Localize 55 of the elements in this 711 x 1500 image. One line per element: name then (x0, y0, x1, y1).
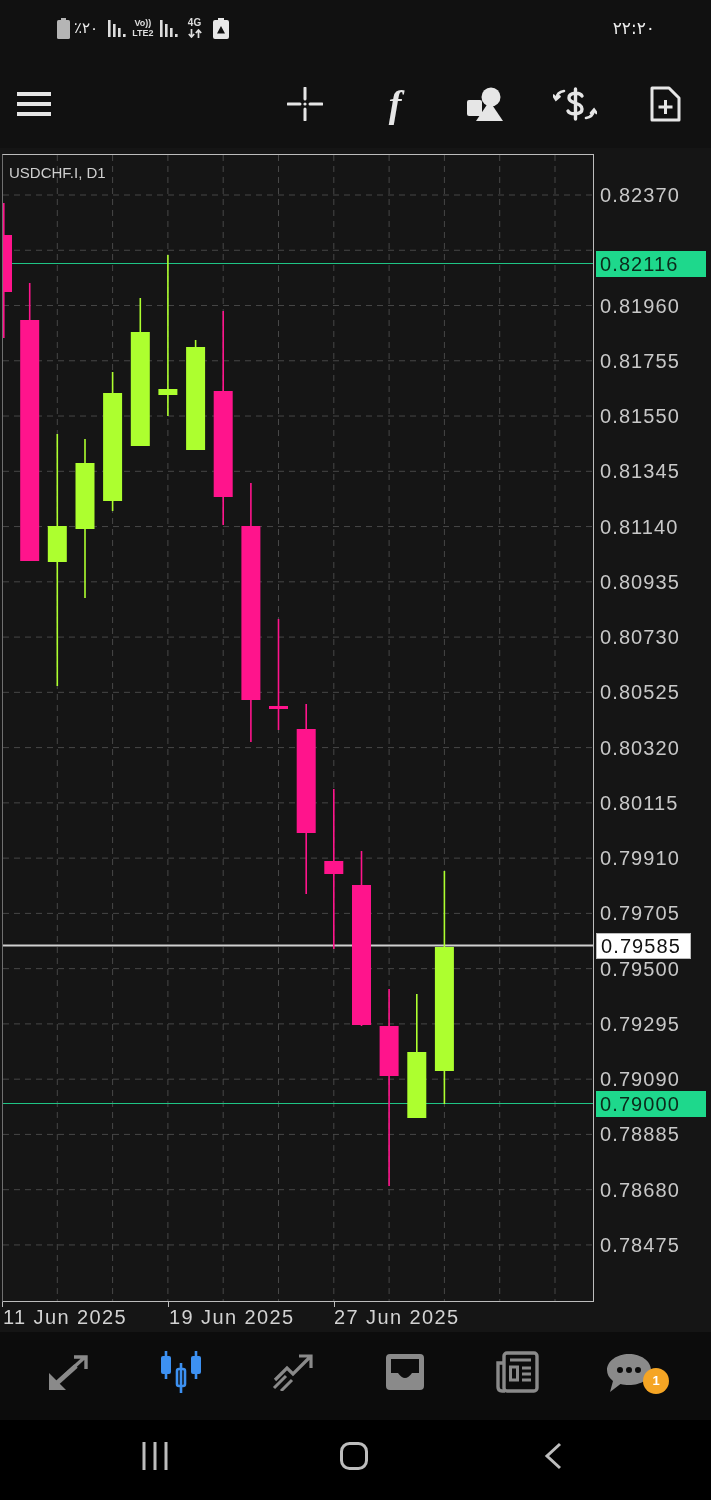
chevron-left-icon (543, 1442, 562, 1470)
clock-time: ۲۲:۲۰ (612, 18, 655, 38)
price-axis-label: 0.79090 (600, 1067, 680, 1092)
battery-percent: ٪۲۰ (74, 18, 99, 38)
price-axis-label: 0.79295 (600, 1011, 680, 1036)
signal-icon (159, 19, 178, 37)
price-axis-label: 0.79910 (600, 846, 680, 871)
price-axis-label: 0.82370 (600, 183, 680, 207)
diagonal-arrows-icon (47, 1353, 91, 1391)
price-axis-label: 0.81550 (600, 404, 680, 429)
price-axis-label: 0.79705 (600, 901, 680, 926)
candlestick-icon (158, 1351, 204, 1393)
date-axis-label: 27 Jun 2025 (334, 1305, 460, 1329)
price-axis-label: 0.78885 (600, 1122, 680, 1147)
price-axis-label: 0.81755 (600, 348, 680, 373)
price-tag: 0.79585 (596, 932, 691, 959)
chart-symbol: USDCHF.I, D1 (9, 164, 106, 182)
file-plus-icon (649, 86, 681, 122)
shapes-icon (467, 87, 503, 121)
price-axis-label: 0.80935 (600, 569, 680, 594)
network-label: LTE2 (132, 28, 154, 38)
notification-badge: 1 (643, 1368, 669, 1394)
crosshair-icon (287, 87, 323, 121)
price-axis-label: 0.81140 (600, 514, 679, 539)
trend-arrow-icon (272, 1353, 314, 1391)
battery-icon (57, 17, 70, 39)
dollar-arrows-icon (553, 86, 597, 122)
price-axis-label: 0.78475 (600, 1232, 680, 1257)
price-axis-label: 0.80730 (600, 625, 680, 650)
price-axis-label: 0.81345 (600, 459, 680, 484)
chat-bubble-icon (607, 1352, 651, 1392)
price-tag: 0.82116 (596, 250, 706, 277)
price-axis-label: 0.81960 (600, 293, 680, 318)
date-axis-label: 19 Jun 2025 (169, 1305, 295, 1329)
newspaper-icon (495, 1351, 539, 1393)
home-button[interactable] (339, 1442, 368, 1470)
menu-icon (17, 92, 51, 116)
price-tag: 0.79000 (596, 1090, 706, 1117)
price-axis-label: 0.80115 (600, 790, 679, 815)
price-axis-label: 0.78680 (600, 1177, 680, 1202)
data-arrows-icon (187, 29, 202, 38)
back-button[interactable] (543, 1442, 562, 1470)
rounded-square-icon (339, 1442, 368, 1470)
bars-icon (141, 1442, 168, 1470)
function-button[interactable]: f (350, 79, 440, 129)
date-axis-label: 11 Jun 2025 (3, 1305, 127, 1329)
price-axis-label: 0.79500 (600, 956, 680, 981)
inbox-tray-icon (384, 1352, 426, 1392)
price-axis-label: 0.80320 (600, 735, 680, 760)
price-axis-label: 0.80525 (600, 680, 680, 705)
signal-icon (108, 19, 127, 37)
volte-label: Vo)) (134, 18, 152, 28)
recent-apps-button[interactable] (141, 1442, 168, 1470)
battery-saver-icon (212, 17, 229, 39)
data-type-label: 4G (187, 18, 202, 28)
